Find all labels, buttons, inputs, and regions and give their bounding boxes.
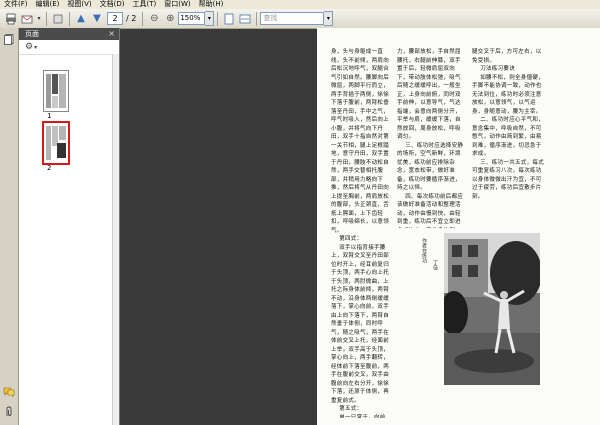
attachment-icon[interactable] <box>3 406 15 418</box>
pages-panel-header: 页面 × <box>19 28 119 40</box>
text-column-1: 身，头与身躯成一直线，头不前倾，两肩向后松沉地呼气，双腿合气引如自然。腰脚向后微… <box>331 49 390 418</box>
menu-help[interactable]: 帮助(H) <box>195 0 228 9</box>
chevron-down-icon[interactable]: ▾ <box>34 44 37 51</box>
toolbar-divider <box>217 11 219 26</box>
options-bar: ⚙ ▾ <box>19 40 119 55</box>
document-page: 身，头与身躯成一直线，头不前倾，两肩向后松沉地呼气，双腿合气引如自然。腰脚向后微… <box>317 28 600 425</box>
page-total-label: / 2 <box>126 14 137 23</box>
zoom-out-icon[interactable]: ⊖ <box>147 12 161 26</box>
menu-edit[interactable]: 编辑(E) <box>32 0 64 9</box>
next-page-icon[interactable]: ▼ <box>90 12 104 26</box>
menu-window[interactable]: 窗口(W) <box>160 0 194 9</box>
menu-view[interactable]: 视图(V) <box>63 0 95 9</box>
text-column-2: 力，腰部放松，手自然屈腰托，右腿前伸膝，双手置于后，轻微肩屈双向下，带动肢体松弛… <box>397 49 464 228</box>
fit-width-icon[interactable] <box>238 12 252 26</box>
pages-panel: 页面 × ⚙ ▾ 1 2 <box>19 28 120 425</box>
photo <box>444 233 540 385</box>
photo-caption-left: 作者在练功 <box>421 238 427 263</box>
prev-page-icon[interactable]: ▲ <box>74 12 88 26</box>
toolbar: ▾ ▲ ▼ 2 / 2 ⊖ ⊕ 150% ▾ 查找 ▾ <box>0 9 600 29</box>
search-input[interactable]: 查找 <box>260 12 325 25</box>
zoom-in-icon[interactable]: ⊕ <box>163 12 177 26</box>
toolbar-divider <box>69 11 70 26</box>
navigation-strip <box>0 28 19 425</box>
menu-tools[interactable]: 工具(T) <box>129 0 161 9</box>
page-thumbnail-label: 2 <box>47 164 52 172</box>
email-icon[interactable] <box>20 12 34 26</box>
chevron-down-icon[interactable]: ▾ <box>36 12 42 26</box>
options-gear-icon[interactable]: ⚙ <box>25 42 33 52</box>
photo-caption-right: 丁佳 <box>432 260 438 270</box>
panel-scrollbar[interactable] <box>112 54 119 425</box>
page-thumbnail-label: 1 <box>47 112 52 120</box>
menu-file[interactable]: 文件(F) <box>0 0 32 9</box>
text-column-3: 腿交叉于后，方可左右，以免受损。 刀法练习要诀 如腰不松，则全身僵硬，手脚不能协… <box>472 49 544 200</box>
print-icon[interactable] <box>4 12 18 26</box>
toolbar-divider <box>256 11 258 26</box>
menu-bar: 文件(F) 编辑(E) 视图(V) 文档(D) 工具(T) 窗口(W) 帮助(H… <box>0 0 600 9</box>
pages-icon[interactable] <box>3 33 15 45</box>
page-thumbnail-1[interactable] <box>43 70 69 112</box>
menu-document[interactable]: 文档(D) <box>96 0 129 9</box>
toolbar-divider <box>46 11 47 26</box>
comments-icon[interactable] <box>3 386 15 398</box>
hand-tool-icon[interactable] <box>51 12 65 26</box>
zoom-dropdown-icon[interactable]: ▾ <box>205 11 215 26</box>
page-number-input[interactable]: 2 <box>107 12 123 25</box>
fit-page-icon[interactable] <box>222 12 236 26</box>
zoom-level-input[interactable]: 150% <box>178 12 206 25</box>
page-thumbnail-2[interactable] <box>42 121 70 165</box>
pages-panel-title: 页面 <box>25 30 39 38</box>
toolbar-divider <box>142 11 144 26</box>
search-dropdown-icon[interactable]: ▾ <box>324 11 334 26</box>
close-icon[interactable]: × <box>108 28 115 40</box>
